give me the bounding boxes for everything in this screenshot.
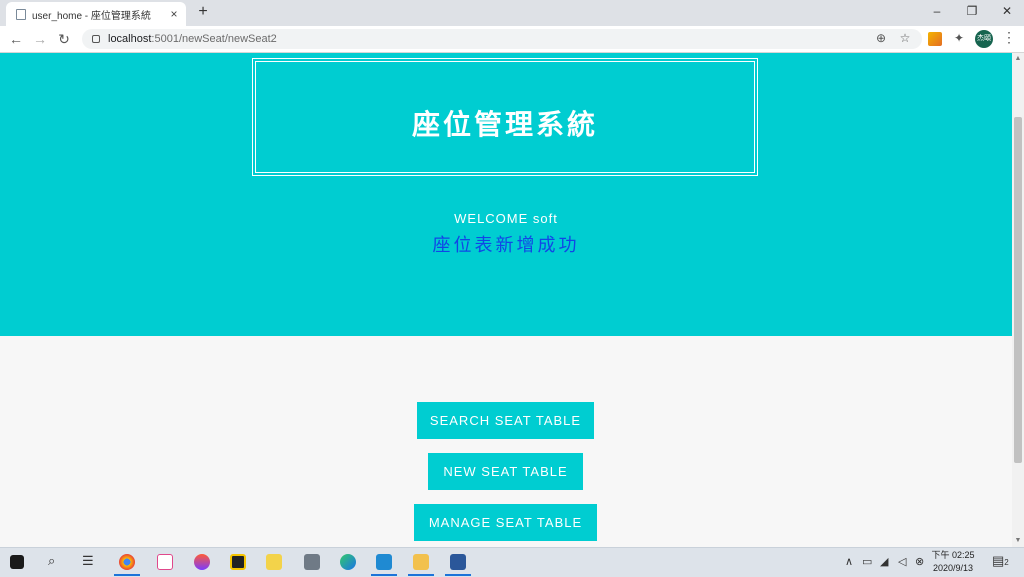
- restore-icon[interactable]: ❐: [955, 0, 989, 22]
- window-close-icon[interactable]: ✕: [990, 0, 1024, 22]
- page-favicon-icon: [16, 8, 26, 20]
- extensions-puzzle-icon[interactable]: ✦: [950, 28, 968, 48]
- tab-title: user_home - 座位管理系統: [32, 10, 151, 22]
- windows-taskbar: ⌕ ☰ ∧ ▭ ◢ ◁ ⊗ 下午 02:25 2020/9/13 ▤2: [0, 547, 1024, 577]
- scroll-up-icon[interactable]: ▲: [1012, 53, 1024, 65]
- profile-avatar[interactable]: 杰頤: [975, 30, 993, 48]
- search-seat-table-button[interactable]: SEARCH SEAT TABLE: [417, 402, 594, 439]
- status-message: 座位表新增成功: [432, 235, 580, 255]
- vertical-scrollbar[interactable]: ▲ ▼: [1012, 53, 1024, 547]
- scroll-down-icon[interactable]: ▼: [1012, 535, 1024, 547]
- reload-icon[interactable]: ↻: [54, 29, 74, 49]
- new-seat-table-button[interactable]: NEW SEAT TABLE: [428, 453, 583, 490]
- back-arrow-icon[interactable]: ←: [6, 29, 26, 49]
- minimize-icon[interactable]: –: [920, 0, 954, 22]
- tool-icon[interactable]: [266, 554, 282, 570]
- manage-seat-table-button[interactable]: MANAGE SEAT TABLE: [414, 504, 597, 541]
- address-bar[interactable]: localhost:5001/newSeat/newSeat2: [82, 29, 922, 49]
- page-viewport: 座位管理系統 WELCOME soft 座位表新增成功 SEARCH SEAT …: [0, 53, 1012, 547]
- welcome-text: WELCOME soft: [454, 211, 558, 226]
- extension-icon[interactable]: [928, 32, 942, 46]
- browser-tab-bar: user_home - 座位管理系統 × + – ❐ ✕: [0, 0, 1024, 26]
- system-title: 座位管理系統: [411, 109, 598, 140]
- network-icon[interactable]: ◢: [880, 555, 888, 568]
- lock-icon: [92, 35, 100, 43]
- battery-icon[interactable]: ▭: [862, 555, 872, 568]
- tab-close-icon[interactable]: ×: [166, 7, 182, 21]
- scrollbar-thumb[interactable]: [1014, 117, 1022, 463]
- ime-icon[interactable]: ⊗: [915, 555, 924, 568]
- chrome-icon[interactable]: [119, 554, 135, 570]
- sticky-notes-icon[interactable]: [230, 554, 246, 570]
- taskbar-clock[interactable]: 下午 02:25 2020/9/13: [930, 549, 976, 575]
- search-icon[interactable]: ⌕: [48, 553, 55, 569]
- url-host: localhost: [108, 33, 152, 45]
- new-tab-button[interactable]: +: [194, 3, 212, 21]
- header-banner: 座位管理系統 WELCOME soft 座位表新增成功: [0, 53, 1012, 336]
- notification-count: 2: [1004, 558, 1009, 567]
- forward-arrow-icon[interactable]: →: [30, 29, 50, 49]
- volume-muted-icon[interactable]: ◁: [898, 555, 906, 568]
- zoom-icon[interactable]: ⊕: [872, 28, 890, 48]
- clock-time: 下午 02:25: [931, 550, 975, 560]
- windows-start-icon[interactable]: [10, 555, 24, 569]
- browser-toolbar: ← → ↻ localhost:5001/newSeat/newSeat2 ⊕ …: [0, 26, 1024, 53]
- browser-tab[interactable]: user_home - 座位管理系統 ×: [6, 2, 186, 26]
- url-path: :5001/newSeat/newSeat2: [151, 33, 277, 45]
- vscode-icon[interactable]: [376, 554, 392, 570]
- clock-date: 2020/9/13: [932, 563, 974, 573]
- tray-expand-icon[interactable]: ∧: [845, 555, 853, 568]
- firefox-icon[interactable]: [194, 554, 210, 570]
- task-view-icon[interactable]: ☰: [82, 553, 94, 569]
- notification-icon[interactable]: ▤2: [992, 553, 1009, 569]
- bookmark-star-icon[interactable]: ☆: [896, 28, 914, 48]
- word-icon[interactable]: [450, 554, 466, 570]
- browser-menu-icon[interactable]: ⋮: [1002, 29, 1016, 46]
- title-frame: 座位管理系統: [252, 58, 758, 176]
- calculator-icon[interactable]: [304, 554, 320, 570]
- edge-icon[interactable]: [340, 554, 356, 570]
- file-explorer-icon[interactable]: [413, 554, 429, 570]
- snip-tool-icon[interactable]: [157, 554, 173, 570]
